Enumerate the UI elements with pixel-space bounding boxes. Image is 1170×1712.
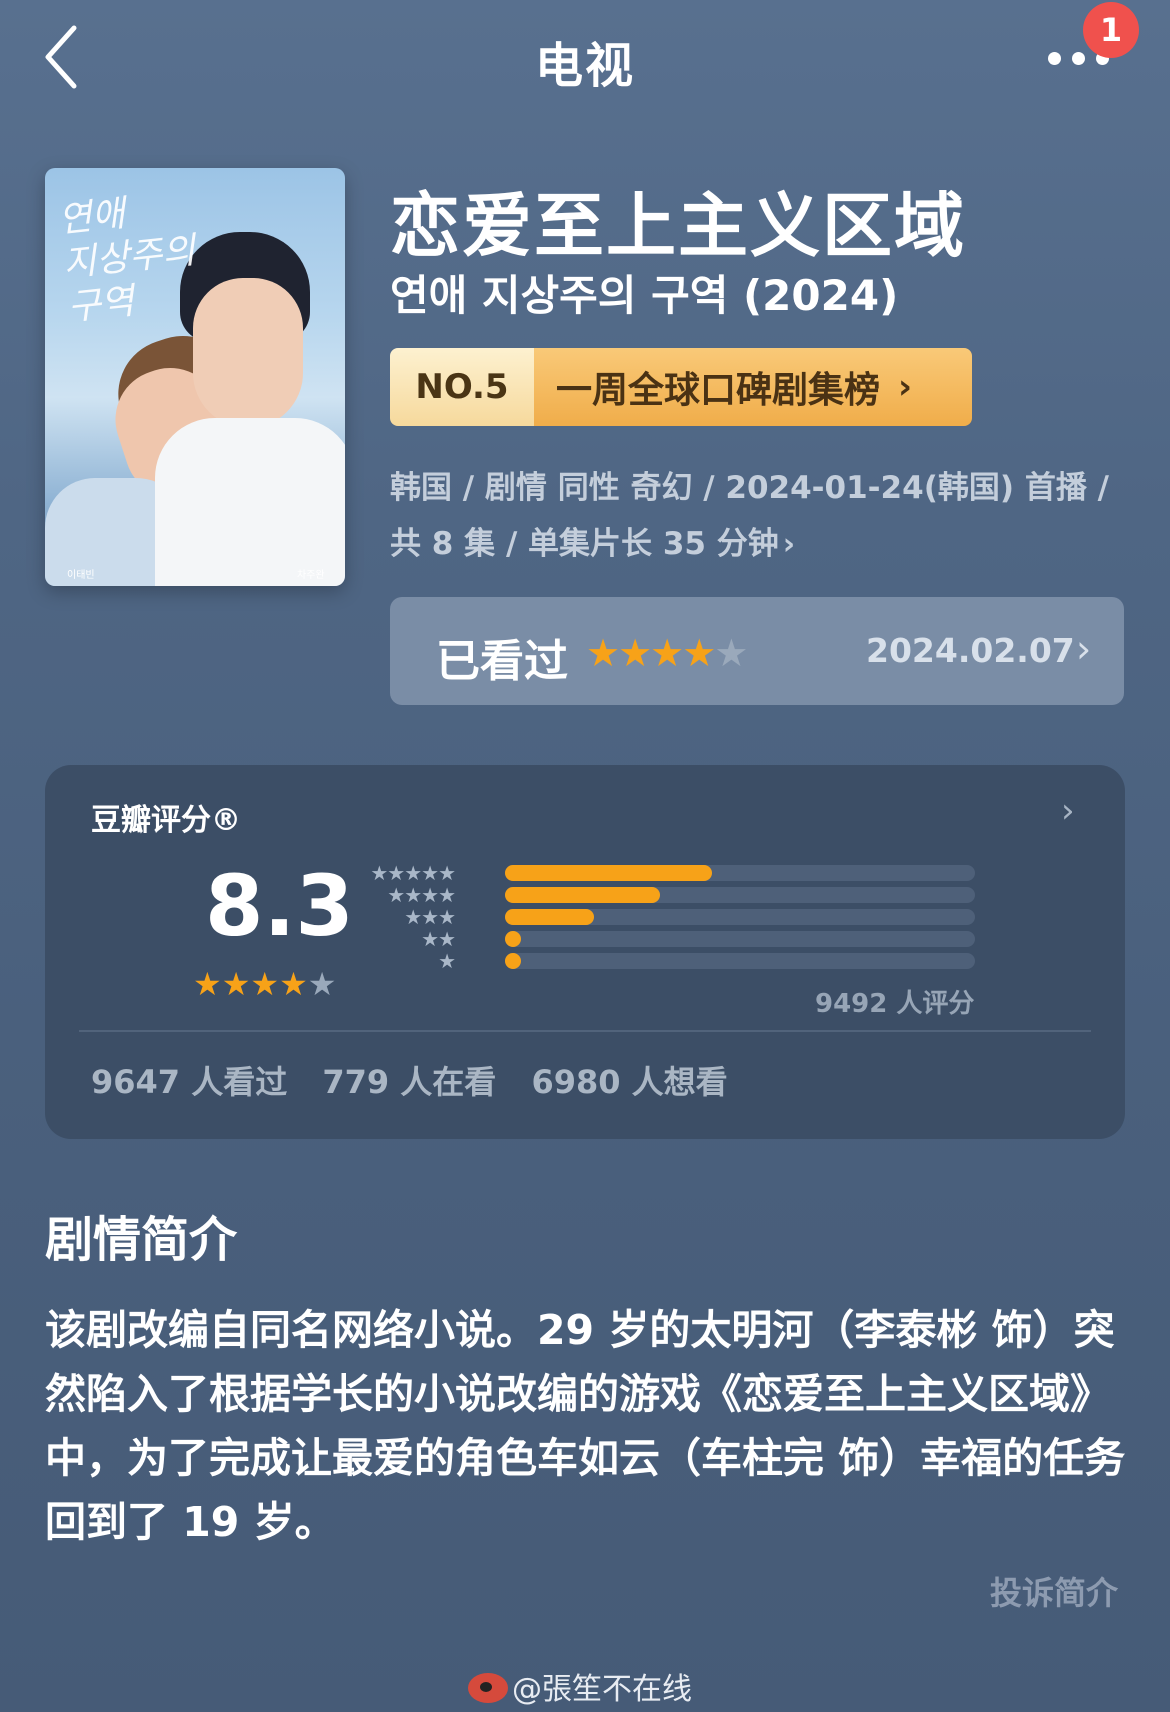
show-title: 恋爱至上主义区域 [390, 185, 966, 267]
distribution-track [505, 953, 975, 969]
poster-figure [193, 278, 303, 428]
watermark: @張笙不在线 [468, 1664, 692, 1708]
report-synopsis-link[interactable]: 投诉简介 [990, 1568, 1118, 1614]
star-filled-icon: ★ [682, 631, 716, 675]
synopsis-heading: 剧情简介 [45, 1212, 238, 1268]
watched-date: 2024.02.07 [866, 631, 1075, 670]
audience-counts: 9647 人看过 779 人在看 6980 人想看 [91, 1057, 752, 1103]
chevron-right-icon: › [898, 367, 913, 407]
my-rating-stars: ★★★★★ [586, 631, 748, 675]
weibo-logo-icon [468, 1672, 508, 1703]
distribution-track [505, 865, 975, 881]
notification-badge[interactable]: 1 [1083, 2, 1139, 58]
watching-count[interactable]: 779 人在看 [322, 1063, 496, 1101]
watermark-text: @張笙不在线 [512, 1672, 692, 1707]
my-watched-status[interactable]: 已看过 ★★★★★ 2024.02.07 › [390, 597, 1124, 705]
want-to-watch-count[interactable]: 6980 人想看 [531, 1063, 727, 1101]
distribution-track [505, 931, 975, 947]
star-filled-icon: ★ [193, 965, 222, 1003]
metadata-line-2: 共 8 集 / 单集片长 35 分钟 › [390, 516, 1130, 573]
poster-credit-right: 차주완 [297, 570, 325, 581]
poster-korean-title: 연애 지상주의 구역 [56, 193, 198, 329]
chevron-right-icon[interactable]: › [783, 517, 795, 573]
distribution-stars-icon: ★★★★★ [370, 861, 456, 885]
star-filled-icon: ★ [279, 965, 308, 1003]
rater-count: 9492 人评分 [815, 989, 975, 1019]
average-score: 8.3 [205, 857, 354, 955]
divider [79, 1030, 1091, 1032]
distribution-stars-icon: ★ [438, 949, 456, 973]
show-original-title: 연애 지상주의 구역 (2024) [390, 271, 899, 320]
star-empty-icon: ★ [714, 631, 748, 675]
metadata-line-2-text: 共 8 集 / 单集片长 35 分钟 [390, 526, 779, 562]
ranking-banner[interactable]: NO.5 一周全球口碑剧集榜 › [390, 348, 972, 426]
rank-list-text: 一周全球口碑剧集榜 [556, 370, 881, 411]
star-filled-icon: ★ [650, 631, 684, 675]
distribution-bar [505, 909, 594, 925]
rating-title: 豆瓣评分® [91, 803, 241, 838]
distribution-bar [505, 887, 660, 903]
star-filled-icon: ★ [221, 965, 251, 1003]
chevron-right-icon: › [1076, 627, 1092, 671]
distribution-bar [505, 865, 712, 881]
star-filled-icon: ★ [250, 965, 280, 1003]
show-metadata[interactable]: 韩国 / 剧情 同性 奇幻 / 2024-01-24(韩国) 首播 / 共 8 … [390, 460, 1130, 573]
star-filled-icon: ★ [586, 631, 620, 675]
rank-list-label: 一周全球口碑剧集榜 › [534, 348, 972, 426]
star-empty-icon: ★ [307, 965, 337, 1003]
distribution-bar [505, 953, 521, 969]
poster-figure [155, 418, 345, 586]
douban-rating-card[interactable]: 豆瓣评分® › 8.3 ★★★★★ ★★★★★ ★★★★ ★★★ ★★ ★ 9492 人… [45, 765, 1125, 1139]
poster-image[interactable]: 연애 지상주의 구역 이태빈 차주완 [45, 168, 345, 586]
star-filled-icon: ★ [618, 631, 652, 675]
rank-number: NO.5 [390, 348, 534, 426]
synopsis-text: 该剧改编自同名网络小说。29 岁的太明河（李泰彬 饰）突然陷入了根据学长的小说改… [45, 1306, 1126, 1546]
distribution-bar [505, 931, 521, 947]
metadata-line-1: 韩国 / 剧情 同性 奇幻 / 2024-01-24(韩国) 首播 / [390, 470, 1109, 506]
distribution-stars-icon: ★★ [421, 927, 456, 951]
watched-count[interactable]: 9647 人看过 [91, 1063, 287, 1101]
distribution-track [505, 887, 975, 903]
chevron-right-icon[interactable]: › [1061, 791, 1075, 831]
top-navigation-bar: 电视 1 [0, 0, 1170, 130]
watched-label: 已看过 [436, 636, 568, 687]
page-title: 电视 [534, 38, 635, 94]
distribution-track [505, 909, 975, 925]
more-dots-icon [1048, 52, 1061, 65]
distribution-stars-icon: ★★★★ [387, 883, 456, 907]
score-stars: ★★★★★ [193, 965, 336, 1003]
poster-credit-left: 이태빈 [67, 570, 95, 581]
more-dot [1072, 52, 1085, 65]
distribution-stars-icon: ★★★ [404, 905, 456, 929]
